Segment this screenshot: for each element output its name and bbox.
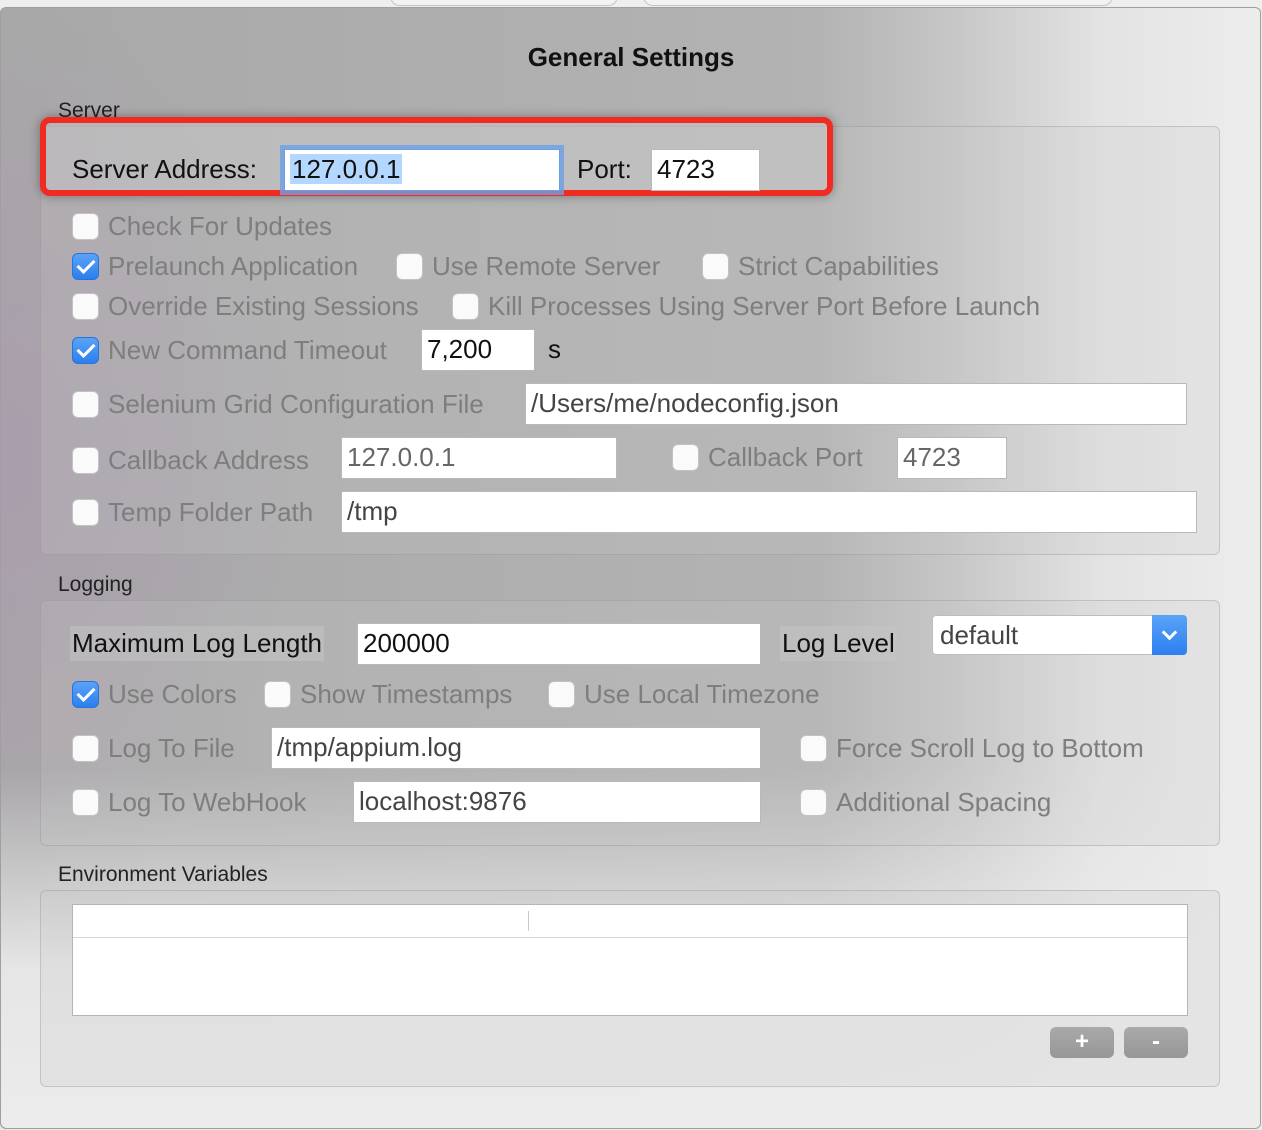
server-address-label: Server Address:	[72, 154, 257, 184]
chevron-down-icon[interactable]	[1152, 615, 1187, 655]
strict-capabilities-option[interactable]: Strict Capabilities	[702, 251, 939, 282]
show-timestamps-checkbox[interactable]	[264, 681, 291, 708]
column-divider[interactable]	[528, 911, 529, 931]
use-local-timezone-checkbox[interactable]	[548, 681, 575, 708]
server-address-value: 127.0.0.1	[290, 154, 403, 184]
port-input[interactable]: 4723	[651, 149, 760, 191]
window-title: General Settings	[527, 42, 735, 72]
use-remote-server-checkbox[interactable]	[396, 253, 423, 280]
callback-port-checkbox[interactable]	[672, 444, 699, 471]
log-to-webhook-option[interactable]: Log To WebHook	[72, 787, 307, 818]
callback-port-label: Callback Port	[708, 442, 863, 472]
remove-variable-button[interactable]: -	[1124, 1027, 1188, 1058]
use-local-timezone-option[interactable]: Use Local Timezone	[548, 679, 820, 710]
use-colors-option[interactable]: Use Colors	[72, 679, 237, 710]
log-to-webhook-checkbox[interactable]	[72, 789, 99, 816]
log-to-webhook-input[interactable]: localhost:9876	[353, 781, 761, 823]
callback-port-input[interactable]: 4723	[897, 437, 1007, 479]
callback-address-checkbox[interactable]	[72, 447, 99, 474]
kill-processes-label: Kill Processes Using Server Port Before …	[488, 291, 1041, 321]
environment-section-label: Environment Variables	[58, 863, 268, 886]
additional-spacing-label: Additional Spacing	[836, 787, 1052, 817]
temp-folder-option[interactable]: Temp Folder Path	[72, 497, 313, 528]
use-remote-server-label: Use Remote Server	[432, 251, 661, 281]
additional-spacing-checkbox[interactable]	[800, 789, 827, 816]
selenium-grid-label: Selenium Grid Configuration File	[108, 389, 484, 419]
kill-processes-checkbox[interactable]	[452, 293, 479, 320]
override-existing-sessions-label: Override Existing Sessions	[108, 291, 419, 321]
selenium-grid-input[interactable]: /Users/me/nodeconfig.json	[525, 383, 1187, 425]
use-colors-checkbox[interactable]	[72, 681, 99, 708]
prelaunch-application-label: Prelaunch Application	[108, 251, 359, 281]
callback-port-option[interactable]: Callback Port	[672, 442, 863, 473]
show-timestamps-option[interactable]: Show Timestamps	[264, 679, 512, 710]
prelaunch-application-checkbox[interactable]	[72, 253, 99, 280]
force-scroll-label: Force Scroll Log to Bottom	[836, 733, 1144, 763]
log-to-file-checkbox[interactable]	[72, 735, 99, 762]
timeout-unit-label: s	[548, 334, 561, 364]
environment-table[interactable]	[72, 904, 1188, 1016]
strict-capabilities-label: Strict Capabilities	[738, 251, 939, 281]
log-to-file-input[interactable]: /tmp/appium.log	[271, 727, 761, 769]
use-colors-label: Use Colors	[108, 679, 237, 709]
log-level-select[interactable]: default	[932, 615, 1187, 655]
log-to-webhook-label: Log To WebHook	[108, 787, 307, 817]
settings-content: General Settings Server Server Address: …	[0, 0, 1262, 1130]
additional-spacing-option[interactable]: Additional Spacing	[800, 787, 1051, 818]
log-level-label: Log Level	[780, 626, 897, 661]
kill-processes-option[interactable]: Kill Processes Using Server Port Before …	[452, 291, 1040, 322]
server-address-input[interactable]: 127.0.0.1	[284, 149, 560, 191]
override-existing-sessions-option[interactable]: Override Existing Sessions	[72, 291, 419, 322]
show-timestamps-label: Show Timestamps	[300, 679, 513, 709]
callback-address-label: Callback Address	[108, 445, 309, 475]
strict-capabilities-checkbox[interactable]	[702, 253, 729, 280]
check-for-updates-option[interactable]: Check For Updates	[72, 211, 332, 242]
add-variable-button[interactable]: +	[1050, 1027, 1114, 1058]
log-to-file-label: Log To File	[108, 733, 235, 763]
force-scroll-option[interactable]: Force Scroll Log to Bottom	[800, 733, 1144, 764]
new-command-timeout-label: New Command Timeout	[108, 335, 387, 365]
new-command-timeout-input[interactable]: 7,200	[421, 329, 535, 371]
callback-address-option[interactable]: Callback Address	[72, 445, 309, 476]
max-log-length-label: Maximum Log Length	[70, 626, 325, 661]
selenium-grid-checkbox[interactable]	[72, 391, 99, 418]
selenium-grid-option[interactable]: Selenium Grid Configuration File	[72, 389, 484, 420]
max-log-length-input[interactable]: 200000	[357, 623, 761, 665]
logging-section-label: Logging	[58, 573, 133, 596]
check-for-updates-label: Check For Updates	[108, 211, 332, 241]
log-level-value: default	[940, 620, 1019, 650]
temp-folder-label: Temp Folder Path	[108, 497, 314, 527]
prelaunch-application-option[interactable]: Prelaunch Application	[72, 251, 358, 282]
force-scroll-checkbox[interactable]	[800, 735, 827, 762]
override-existing-sessions-checkbox[interactable]	[72, 293, 99, 320]
port-label: Port:	[577, 154, 632, 184]
temp-folder-checkbox[interactable]	[72, 499, 99, 526]
new-command-timeout-option[interactable]: New Command Timeout	[72, 335, 387, 366]
environment-table-header	[73, 905, 1187, 938]
temp-folder-input[interactable]: /tmp	[341, 491, 1197, 533]
log-to-file-option[interactable]: Log To File	[72, 733, 235, 764]
new-command-timeout-checkbox[interactable]	[72, 337, 99, 364]
use-remote-server-option[interactable]: Use Remote Server	[396, 251, 660, 282]
check-for-updates-checkbox[interactable]	[72, 213, 99, 240]
use-local-timezone-label: Use Local Timezone	[584, 679, 820, 709]
callback-address-input[interactable]: 127.0.0.1	[341, 437, 617, 479]
